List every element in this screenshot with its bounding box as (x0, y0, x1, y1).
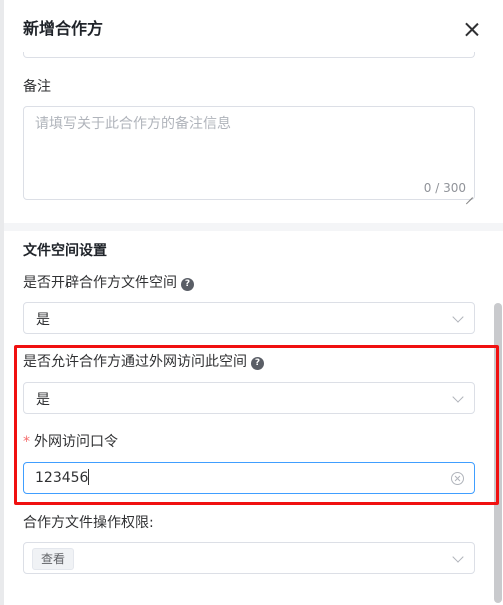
enable-space-select[interactable]: 是 (23, 302, 475, 334)
close-icon[interactable] (462, 20, 482, 40)
file-space-section-title: 文件空间设置 (23, 243, 107, 259)
add-partner-dialog: 新增合作方 备注 请填写关于此合作方的备注信息 0 / 300 文件空间设置 是… (4, 0, 503, 605)
required-mark: * (23, 434, 30, 450)
access-password-label: * 外网访问口令 (23, 432, 118, 452)
remark-textarea[interactable]: 请填写关于此合作方的备注信息 0 / 300 (23, 106, 475, 200)
resize-handle-icon[interactable] (465, 190, 473, 198)
text-caret (88, 469, 90, 485)
external-access-value: 是 (36, 392, 50, 408)
remark-label: 备注 (23, 79, 51, 95)
permission-select[interactable]: 查看 (23, 542, 475, 574)
permission-tag-view: 查看 (32, 548, 75, 570)
question-circle-icon[interactable]: ? (251, 357, 264, 370)
access-password-value: 123456 (35, 469, 90, 486)
section-divider (4, 223, 503, 231)
question-circle-icon[interactable]: ? (181, 278, 194, 291)
clear-circle-icon[interactable] (451, 472, 464, 485)
remark-char-counter: 0 / 300 (423, 181, 466, 195)
dialog-title: 新增合作方 (23, 19, 104, 38)
external-access-label-text: 是否允许合作方通过外网访问此空间 (23, 354, 247, 370)
remark-placeholder: 请填写关于此合作方的备注信息 (35, 116, 231, 132)
enable-space-label: 是否开辟合作方文件空间? (23, 273, 194, 293)
chevron-down-icon (452, 311, 464, 323)
scrollbar-thumb[interactable] (494, 303, 502, 603)
permission-label: 合作方文件操作权限: (23, 515, 154, 531)
external-access-label: 是否允许合作方通过外网访问此空间? (23, 352, 264, 372)
chevron-down-icon (452, 391, 464, 403)
enable-space-label-text: 是否开辟合作方文件空间 (23, 275, 177, 291)
access-password-label-text: 外网访问口令 (34, 434, 118, 450)
dialog-header: 新增合作方 (4, 0, 503, 52)
external-access-select[interactable]: 是 (23, 382, 475, 414)
chevron-down-icon (452, 551, 464, 563)
enable-space-value: 是 (36, 312, 50, 328)
access-password-input[interactable]: 123456 (23, 462, 475, 494)
access-password-text: 123456 (35, 470, 89, 486)
